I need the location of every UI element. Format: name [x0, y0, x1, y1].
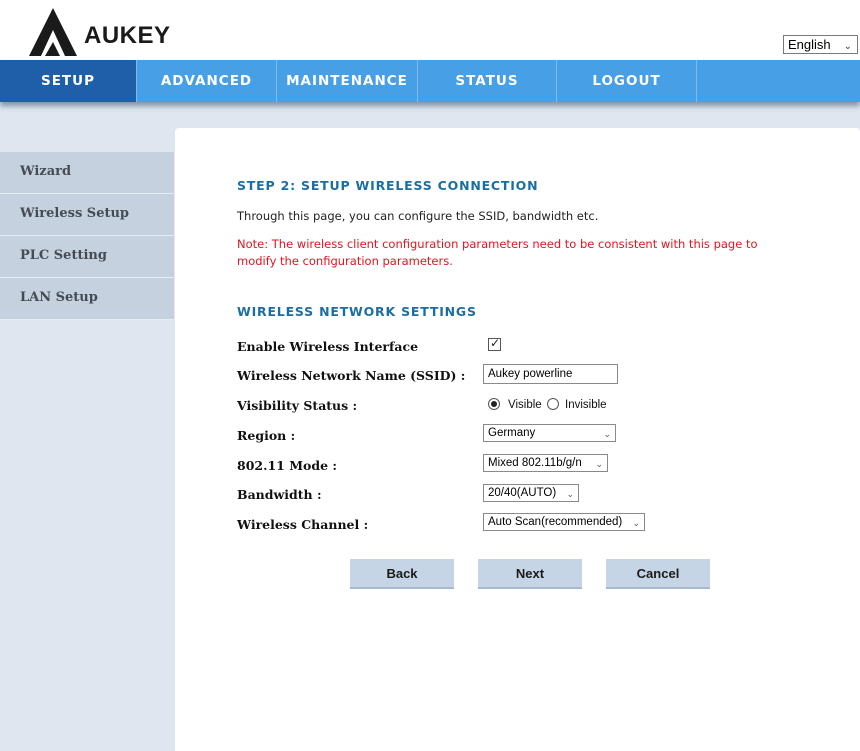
sidebar-item-wireless-setup[interactable]: Wireless Setup — [0, 194, 174, 236]
language-value: English — [788, 37, 831, 52]
nav-logout[interactable]: LOGOUT — [557, 60, 697, 102]
mode-select[interactable]: Mixed 802.11b/g/n ⌄ — [483, 454, 608, 472]
nav-status[interactable]: STATUS — [418, 60, 557, 102]
brand-logo: AUKEY — [27, 6, 170, 58]
note-text: Note: The wireless client configuration … — [237, 237, 758, 268]
channel-value: Auto Scan(recommended) — [488, 516, 623, 528]
chevron-down-icon: ⌄ — [632, 518, 640, 528]
sidebar: Wizard Wireless Setup PLC Setting LAN Se… — [0, 152, 174, 320]
channel-label: Wireless Channel : — [237, 517, 369, 532]
chevron-down-icon: ⌄ — [566, 489, 574, 499]
visibility-visible-radio[interactable] — [488, 398, 500, 410]
aukey-logo-icon — [29, 8, 77, 56]
mode-value: Mixed 802.11b/g/n — [488, 457, 582, 469]
section-title: WIRELESS NETWORK SETTINGS — [237, 304, 477, 319]
brand-name: AUKEY — [84, 22, 171, 49]
nav-advanced[interactable]: ADVANCED — [137, 60, 277, 102]
header: AUKEY English ⌄ — [0, 0, 860, 60]
enable-wireless-label: Enable Wireless Interface — [237, 339, 419, 354]
visibility-label: Visibility Status : — [237, 398, 358, 413]
region-select[interactable]: Germany ⌄ — [483, 424, 616, 442]
next-button[interactable]: Next — [478, 559, 582, 589]
back-button[interactable]: Back — [350, 559, 454, 589]
checkmark-icon: ✓ — [490, 336, 501, 350]
bandwidth-select[interactable]: 20/40(AUTO) ⌄ — [483, 484, 579, 502]
nav-setup[interactable]: SETUP — [0, 60, 137, 102]
visibility-visible-label: Visible — [508, 399, 542, 411]
ssid-label: Wireless Network Name (SSID) : — [237, 368, 466, 383]
mode-label: 802.11 Mode : — [237, 458, 338, 473]
visibility-invisible-radio[interactable] — [547, 398, 559, 410]
enable-wireless-checkbox[interactable]: ✓ — [488, 336, 501, 351]
sidebar-item-wizard[interactable]: Wizard — [0, 152, 174, 194]
sidebar-item-lan-setup[interactable]: LAN Setup — [0, 278, 174, 320]
cancel-button[interactable]: Cancel — [606, 559, 710, 589]
language-select[interactable]: English ⌄ — [783, 35, 858, 54]
ssid-input[interactable]: Aukey powerline — [483, 364, 618, 384]
region-label: Region : — [237, 428, 296, 443]
step-title: STEP 2: SETUP WIRELESS CONNECTION — [237, 178, 539, 193]
region-value: Germany — [488, 427, 536, 439]
intro-text: Through this page, you can configure the… — [237, 209, 599, 223]
bandwidth-value: 20/40(AUTO) — [488, 487, 557, 499]
chevron-down-icon: ⌄ — [603, 429, 611, 439]
bandwidth-label: Bandwidth : — [237, 487, 322, 502]
channel-select[interactable]: Auto Scan(recommended) ⌄ — [483, 513, 645, 531]
sidebar-item-plc-setting[interactable]: PLC Setting — [0, 236, 174, 278]
main-panel: STEP 2: SETUP WIRELESS CONNECTION Throug… — [175, 128, 860, 751]
chevron-down-icon: ⌄ — [595, 459, 603, 469]
chevron-down-icon: ⌄ — [843, 41, 852, 52]
main-nav: SETUP ADVANCED MAINTENANCE STATUS LOGOUT — [0, 60, 860, 102]
nav-maintenance[interactable]: MAINTENANCE — [277, 60, 418, 102]
visibility-invisible-label: Invisible — [565, 399, 607, 411]
